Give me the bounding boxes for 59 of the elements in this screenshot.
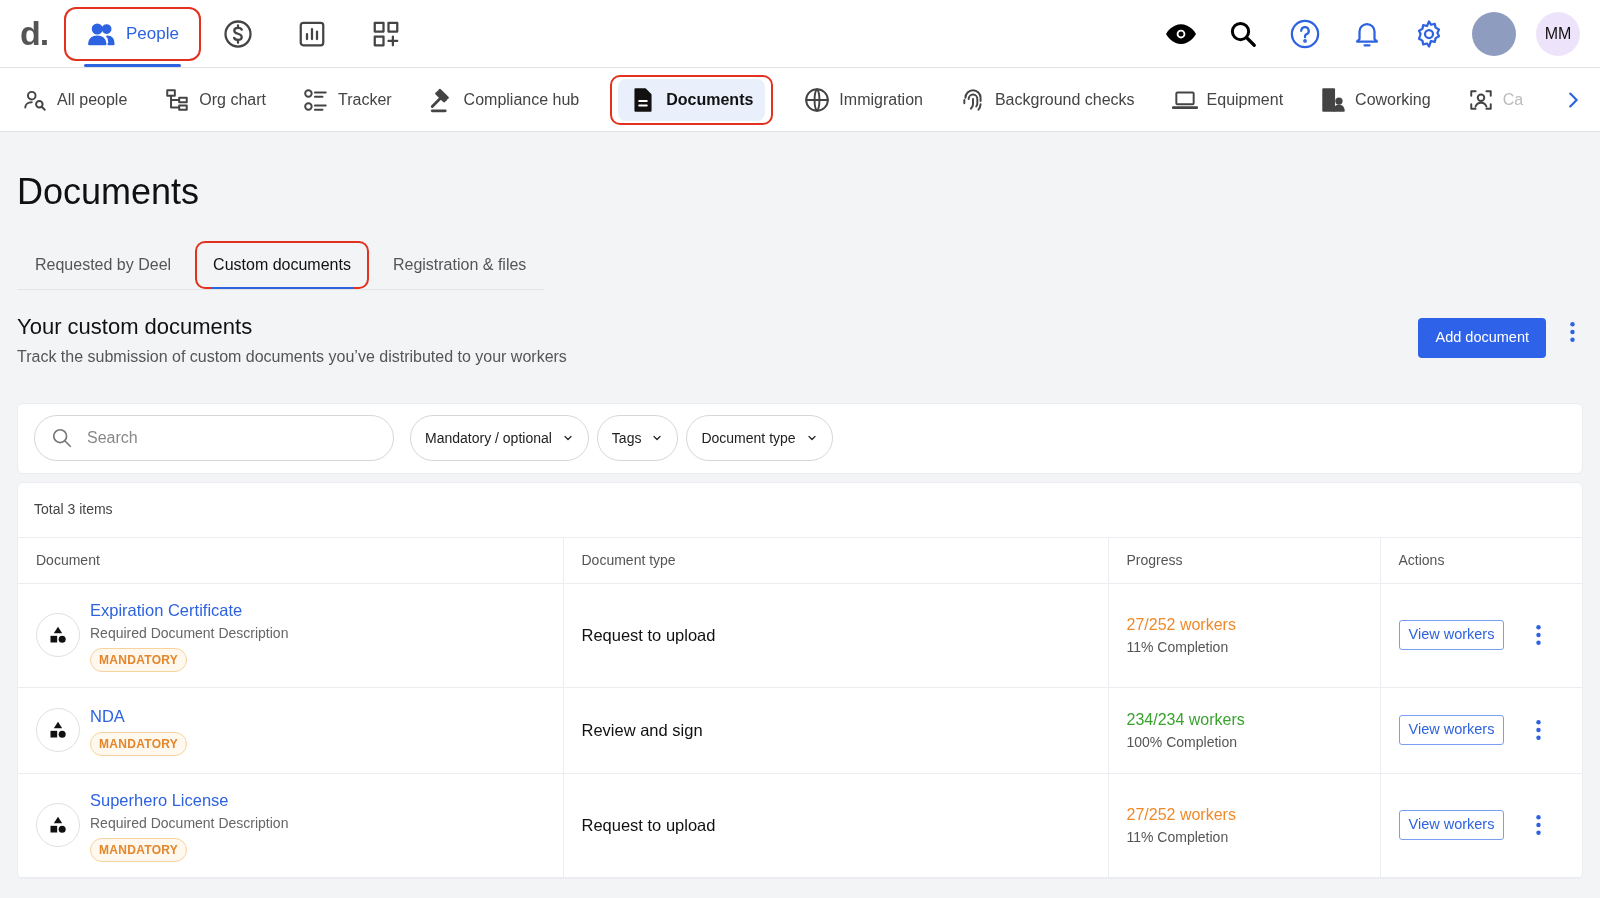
- column-header: Actions: [1380, 537, 1582, 584]
- more-vertical-icon: [1570, 322, 1575, 343]
- column-header: Document: [18, 537, 563, 584]
- document-name-link[interactable]: NDA: [90, 703, 125, 729]
- filter-dropdown[interactable]: Tags: [596, 415, 679, 462]
- document-name-link[interactable]: Expiration Certificate: [90, 598, 243, 623]
- page-title: Documents: [17, 170, 201, 214]
- completion-percentage: 11% Completion: [1126, 637, 1230, 657]
- subnav-tab[interactable]: Background checks: [953, 74, 1141, 125]
- document-type-cell: Request to upload: [563, 583, 1108, 688]
- more-vertical-icon: [1536, 720, 1542, 741]
- column-header: Document type: [563, 537, 1108, 584]
- tracker-list-icon: [302, 86, 329, 113]
- help-icon: [1290, 18, 1320, 49]
- document-description: Required Document Description: [90, 813, 289, 833]
- subnav-tab[interactable]: Immigration: [798, 74, 929, 125]
- section-title: Your custom documents: [17, 314, 254, 341]
- total-count: Total 3 items: [33, 500, 114, 520]
- globe-icon: [804, 86, 831, 113]
- office-person-icon: [1320, 86, 1347, 113]
- search-input[interactable]: Search: [85, 425, 377, 452]
- mandatory-tag: MANDATORY: [90, 732, 188, 757]
- mandatory-tag: MANDATORY: [90, 837, 188, 862]
- view-workers-button[interactable]: View workers: [1398, 620, 1505, 650]
- document-type-cell: Request to upload: [563, 773, 1108, 878]
- workers-progress: 27/252 workers: [1126, 804, 1237, 825]
- user-initials-avatar[interactable]: MM: [1536, 11, 1580, 56]
- org-chart-icon: [164, 86, 191, 113]
- more-vertical-icon: [1536, 625, 1542, 646]
- subnav-tab[interactable]: Documents: [610, 74, 774, 125]
- column-header: Progress: [1108, 537, 1380, 584]
- subnav-tab[interactable]: Org chart: [158, 74, 272, 125]
- filter-dropdown[interactable]: Mandatory / optional: [410, 415, 589, 462]
- completion-percentage: 11% Completion: [1126, 827, 1230, 847]
- workers-progress: 27/252 workers: [1126, 614, 1237, 635]
- document-name-link[interactable]: Superhero License: [90, 788, 229, 813]
- tab[interactable]: Registration & files: [374, 241, 545, 290]
- filter-dropdown[interactable]: Document type: [686, 415, 833, 462]
- mandatory-tag: MANDATORY: [90, 647, 188, 672]
- subnav-tab[interactable]: Coworking: [1314, 74, 1437, 125]
- tab[interactable]: Custom documents: [195, 241, 369, 290]
- workers-progress: 234/234 workers: [1126, 709, 1246, 730]
- completion-percentage: 100% Completion: [1126, 732, 1238, 752]
- subnav-tab[interactable]: Compliance hub: [422, 74, 586, 125]
- subnav-tab[interactable]: Tracker: [296, 74, 398, 125]
- tab[interactable]: Requested by Deel: [17, 241, 190, 290]
- view-workers-button[interactable]: View workers: [1398, 810, 1505, 840]
- view-workers-button[interactable]: View workers: [1398, 715, 1505, 745]
- search-icon: [51, 427, 73, 450]
- subnav-tab[interactable]: Equipment: [1165, 74, 1290, 125]
- avatar-photo[interactable]: [1472, 11, 1516, 56]
- add-document-button[interactable]: Add document: [1418, 318, 1546, 358]
- logo[interactable]: d.: [20, 8, 64, 59]
- section-description: Track the submission of custom documents you’ve distributed to your workers: [17, 346, 568, 367]
- document-type-cell: Review and sign: [563, 687, 1108, 774]
- document-description: Required Document Description: [90, 623, 289, 643]
- subnav-tab[interactable]: All people: [16, 74, 134, 125]
- more-vertical-icon: [1536, 815, 1542, 836]
- dollar-icon: [222, 18, 253, 49]
